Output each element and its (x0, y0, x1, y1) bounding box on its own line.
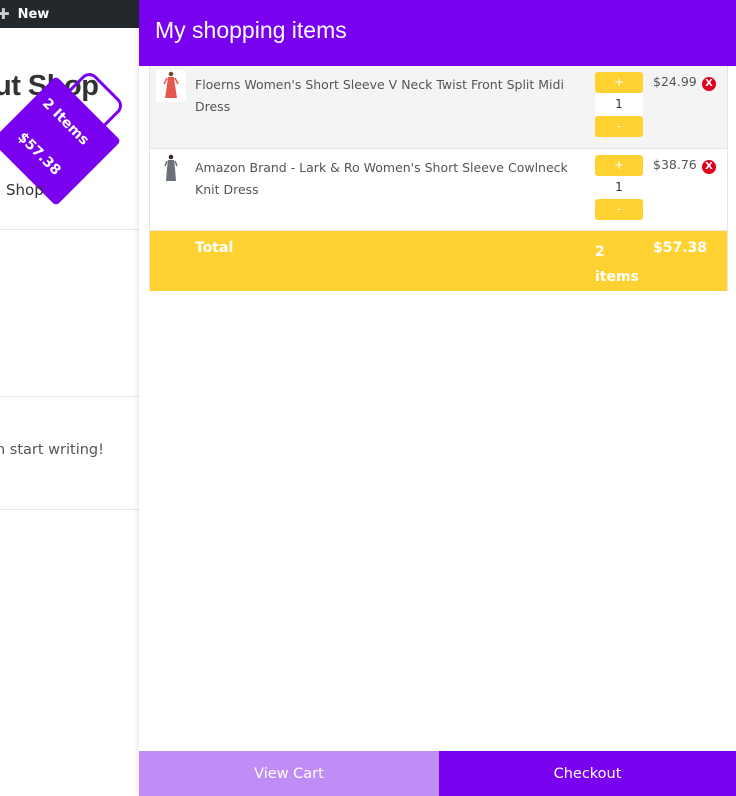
total-item-count: 2 items (595, 244, 639, 285)
checkout-button[interactable]: Checkout (439, 751, 736, 796)
total-label: Total (195, 240, 234, 256)
item-price: $24.99 (653, 74, 697, 89)
divider (0, 509, 139, 510)
product-name[interactable]: Floerns Women's Short Sleeve V Neck Twis… (195, 74, 585, 118)
background-page: ✚ New ut Shop 2 Items $57.38 Shop n star… (0, 0, 139, 796)
view-cart-button[interactable]: View Cart (139, 751, 439, 796)
quantity-stepper: + 1 - (595, 72, 643, 137)
quantity-value[interactable]: 1 (595, 176, 643, 199)
product-thumbnail[interactable] (156, 70, 186, 102)
body-text: n start writing! (0, 442, 104, 458)
divider (0, 229, 139, 230)
drawer-footer: View Cart Checkout (139, 751, 736, 796)
remove-item-icon[interactable]: X (702, 160, 716, 174)
drawer-title: My shopping items (139, 0, 736, 66)
plus-icon: ✚ (0, 5, 10, 23)
cart-row: Floerns Women's Short Sleeve V Neck Twis… (150, 66, 727, 149)
quantity-increase-button[interactable]: + (595, 155, 643, 176)
quantity-decrease-button[interactable]: - (595, 199, 643, 220)
cart-drawer: My shopping items Floerns Women's Short … (139, 0, 736, 796)
total-price: $57.38 (653, 240, 708, 256)
quantity-value[interactable]: 1 (595, 93, 643, 116)
item-price: $38.76 (653, 157, 697, 172)
remove-item-icon[interactable]: X (702, 77, 716, 91)
cart-table: Floerns Women's Short Sleeve V Neck Twis… (149, 66, 728, 291)
quantity-stepper: + 1 - (595, 155, 643, 220)
cart-row: Amazon Brand - Lark & Ro Women's Short S… (150, 149, 727, 231)
product-thumbnail[interactable] (156, 153, 186, 185)
quantity-increase-button[interactable]: + (595, 72, 643, 93)
nav-shop-link[interactable]: Shop (6, 181, 44, 199)
quantity-decrease-button[interactable]: - (595, 116, 643, 137)
product-name[interactable]: Amazon Brand - Lark & Ro Women's Short S… (195, 157, 585, 201)
cart-total-row: Total 2 items $57.38 (150, 231, 727, 291)
dress-image-icon (164, 154, 178, 181)
admin-bar: ✚ New (0, 0, 139, 28)
new-link[interactable]: New (18, 7, 50, 22)
divider (0, 396, 139, 397)
dress-image-icon (163, 71, 179, 98)
